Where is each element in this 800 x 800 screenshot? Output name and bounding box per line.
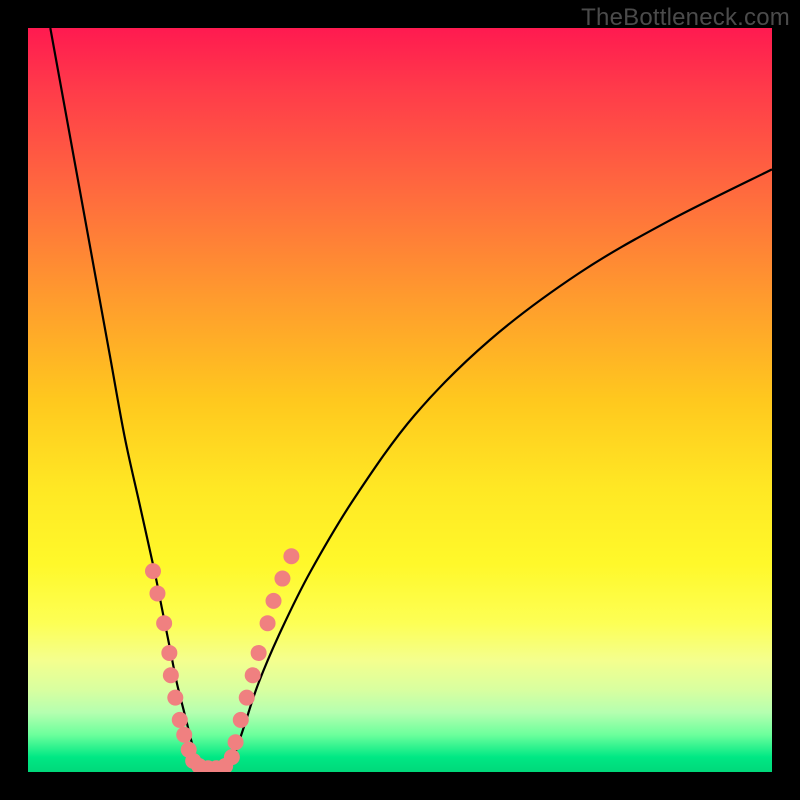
chart-svg bbox=[28, 28, 772, 772]
marker-dot bbox=[260, 615, 276, 631]
marker-dot bbox=[156, 615, 172, 631]
marker-dot bbox=[283, 548, 299, 564]
marker-dot bbox=[228, 734, 244, 750]
marker-dot bbox=[245, 667, 261, 683]
chart-frame: TheBottleneck.com bbox=[0, 0, 800, 800]
marker-dot bbox=[233, 712, 249, 728]
marker-dot bbox=[239, 690, 255, 706]
marker-dot bbox=[167, 690, 183, 706]
chart-plot-area bbox=[28, 28, 772, 772]
marker-dot bbox=[266, 593, 282, 609]
left-branch-line bbox=[50, 28, 199, 772]
marker-dot bbox=[163, 667, 179, 683]
marker-dot bbox=[274, 571, 290, 587]
marker-dot bbox=[176, 727, 192, 743]
marker-dot bbox=[172, 712, 188, 728]
marker-dot bbox=[149, 585, 165, 601]
marker-dot bbox=[251, 645, 267, 661]
scatter-markers bbox=[145, 548, 299, 772]
marker-dot bbox=[145, 563, 161, 579]
marker-dot bbox=[161, 645, 177, 661]
watermark-label: TheBottleneck.com bbox=[581, 4, 790, 32]
right-branch-line bbox=[229, 169, 772, 772]
marker-dot bbox=[224, 749, 240, 765]
